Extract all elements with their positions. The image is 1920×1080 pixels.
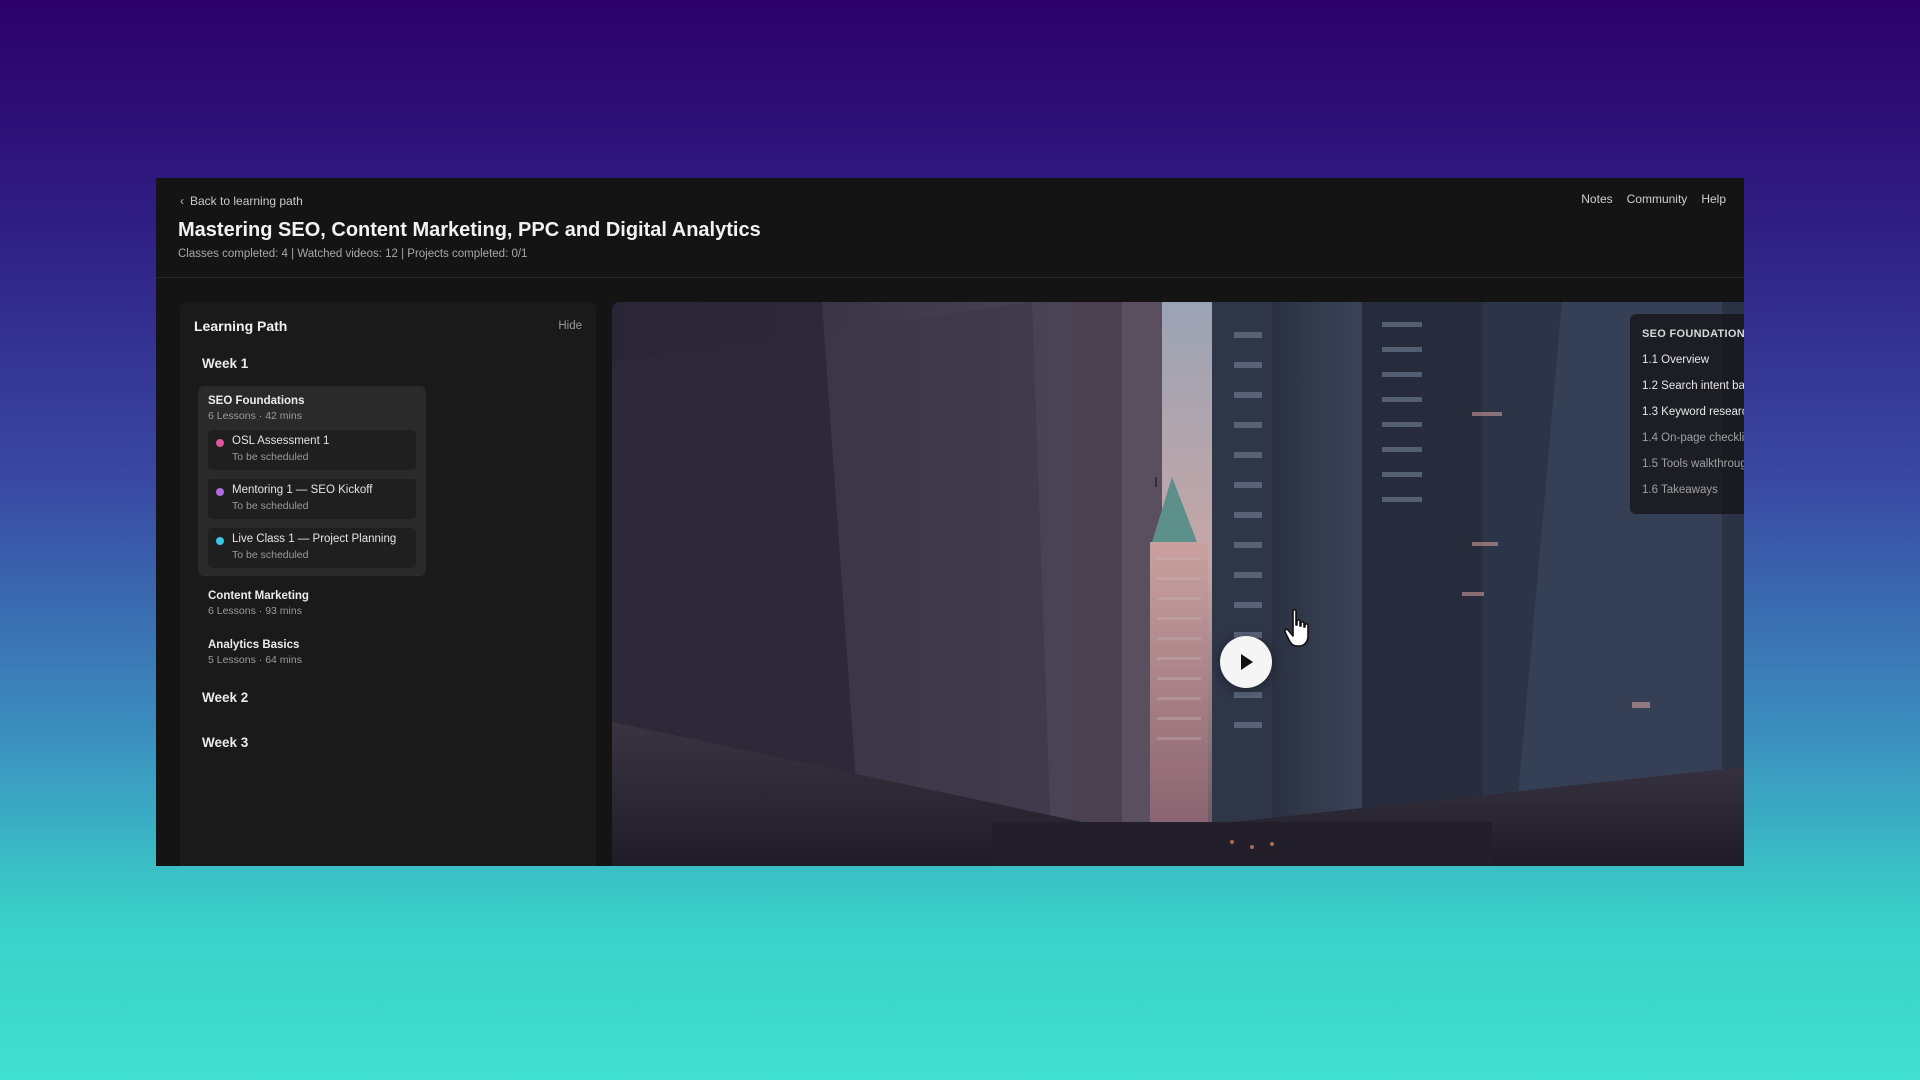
week-1-toggle[interactable]: Week 1	[202, 356, 248, 371]
chapter-item[interactable]: 1.5 Tools walkthrough	[1642, 456, 1744, 474]
lesson-title: OSL Assessment 1	[232, 435, 330, 447]
lesson-title: Live Class 1 — Project Planning	[232, 533, 397, 545]
chapter-item[interactable]: 1.6 Takeaways	[1642, 482, 1744, 500]
module-name: Content Marketing	[208, 590, 309, 602]
module-content-marketing[interactable]: Content Marketing 6 Lessons · 93 mins	[208, 590, 309, 617]
back-to-learning-path-link[interactable]: ‹ Back to learning path	[180, 194, 303, 208]
top-nav: Notes Community Help	[1581, 192, 1726, 206]
lesson-status: To be scheduled	[232, 549, 309, 561]
hide-sidebar-button[interactable]: Hide	[558, 320, 582, 332]
page-title: Mastering SEO, Content Marketing, PPC an…	[178, 219, 761, 241]
nav-community[interactable]: Community	[1627, 192, 1688, 206]
chapter-item[interactable]: 1.3 Keyword research intro	[1642, 404, 1744, 422]
video-thumbnail-city-street	[612, 302, 1744, 866]
progress-stats: Classes completed: 4 | Watched videos: 1…	[178, 248, 528, 260]
video-player[interactable]: SEO FOUNDATIONS 1.1 Overview 1.2 Search …	[612, 302, 1744, 866]
chapter-item[interactable]: 1.2 Search intent basics	[1642, 378, 1744, 396]
chapter-label: 1.5 Tools walkthrough	[1642, 458, 1744, 470]
nav-help[interactable]: Help	[1701, 192, 1726, 206]
module-seo-foundations: SEO Foundations 6 Lessons · 42 mins OSL …	[198, 386, 426, 576]
status-dot-icon	[216, 488, 224, 496]
lesson-item[interactable]: Live Class 1 — Project Planning To be sc…	[208, 528, 416, 568]
lesson-item[interactable]: Mentoring 1 — SEO Kickoff To be schedule…	[208, 479, 416, 519]
lesson-item[interactable]: OSL Assessment 1 To be scheduled	[208, 430, 416, 470]
module-name: Analytics Basics	[208, 639, 300, 651]
module-meta: 6 Lessons · 42 mins	[208, 410, 302, 422]
status-dot-icon	[216, 439, 224, 447]
module-meta: 5 Lessons · 64 mins	[208, 654, 302, 666]
chevron-left-icon: ‹	[180, 194, 184, 208]
course-header: ‹ Back to learning path Mastering SEO, C…	[156, 178, 1744, 278]
status-dot-icon	[216, 537, 224, 545]
week-2-toggle[interactable]: Week 2	[202, 690, 248, 705]
sidebar-title: Learning Path	[194, 318, 288, 334]
chapter-label: 1.2 Search intent basics	[1642, 380, 1744, 392]
play-button[interactable]	[1220, 636, 1272, 688]
back-link-label: Back to learning path	[190, 194, 303, 208]
lesson-status: To be scheduled	[232, 451, 309, 463]
play-icon	[1241, 654, 1253, 670]
chapter-label: 1.1 Overview	[1642, 354, 1710, 366]
chapter-label: 1.6 Takeaways	[1642, 484, 1718, 496]
module-meta: 6 Lessons · 93 mins	[208, 605, 302, 617]
module-header[interactable]: SEO Foundations 6 Lessons · 42 mins	[208, 395, 304, 422]
module-name: SEO Foundations	[208, 395, 305, 407]
chapter-list-overlay: SEO FOUNDATIONS 1.1 Overview 1.2 Search …	[1630, 314, 1744, 514]
module-analytics-basics[interactable]: Analytics Basics 5 Lessons · 64 mins	[208, 639, 302, 666]
lesson-title: Mentoring 1 — SEO Kickoff	[232, 484, 373, 496]
week-3-toggle[interactable]: Week 3	[202, 735, 248, 750]
chapter-label: 1.3 Keyword research intro	[1642, 406, 1744, 418]
chapter-item[interactable]: 1.1 Overview	[1642, 352, 1744, 370]
nav-notes[interactable]: Notes	[1581, 192, 1612, 206]
sidebar-header: Learning Path Hide	[180, 302, 596, 350]
chapter-list-title: SEO FOUNDATIONS	[1642, 328, 1744, 340]
learning-path-sidebar: Learning Path Hide Week 1 SEO Foundation…	[180, 302, 596, 866]
chapter-label: 1.4 On-page checklist	[1642, 432, 1744, 444]
hand-cursor-icon	[1283, 608, 1309, 647]
course-player-window: ‹ Back to learning path Mastering SEO, C…	[156, 178, 1744, 866]
lesson-status: To be scheduled	[232, 500, 309, 512]
chapter-item[interactable]: 1.4 On-page checklist	[1642, 430, 1744, 448]
